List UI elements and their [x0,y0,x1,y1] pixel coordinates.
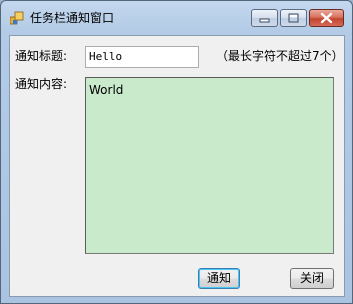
minimize-button[interactable] [251,9,278,27]
content-textarea[interactable]: World [85,77,334,254]
notify-button[interactable]: 通知 [198,268,240,289]
title-input[interactable]: Hello [85,46,199,68]
title-hint: （最长字符不超过7个） [216,49,344,63]
content-label: 通知内容: [15,77,68,91]
close-window-button[interactable] [309,9,344,27]
title-bar[interactable]: 任务栏通知窗口 [1,1,352,35]
close-button[interactable]: 关闭 [290,268,334,289]
maximize-button[interactable] [280,9,307,27]
client-area: 通知标题: Hello （最长字符不超过7个） 通知内容: World 通知 关… [9,35,345,297]
minimize-icon [259,18,270,23]
window-title: 任务栏通知窗口 [30,11,115,25]
title-label: 通知标题: [15,49,68,63]
maximize-icon [288,13,299,23]
app-icon [9,11,24,25]
notification-window: 任务栏通知窗口 通知标题: Hello （最长字符不超过7个） 通知内容: Wo… [0,0,353,304]
close-icon [320,12,333,24]
